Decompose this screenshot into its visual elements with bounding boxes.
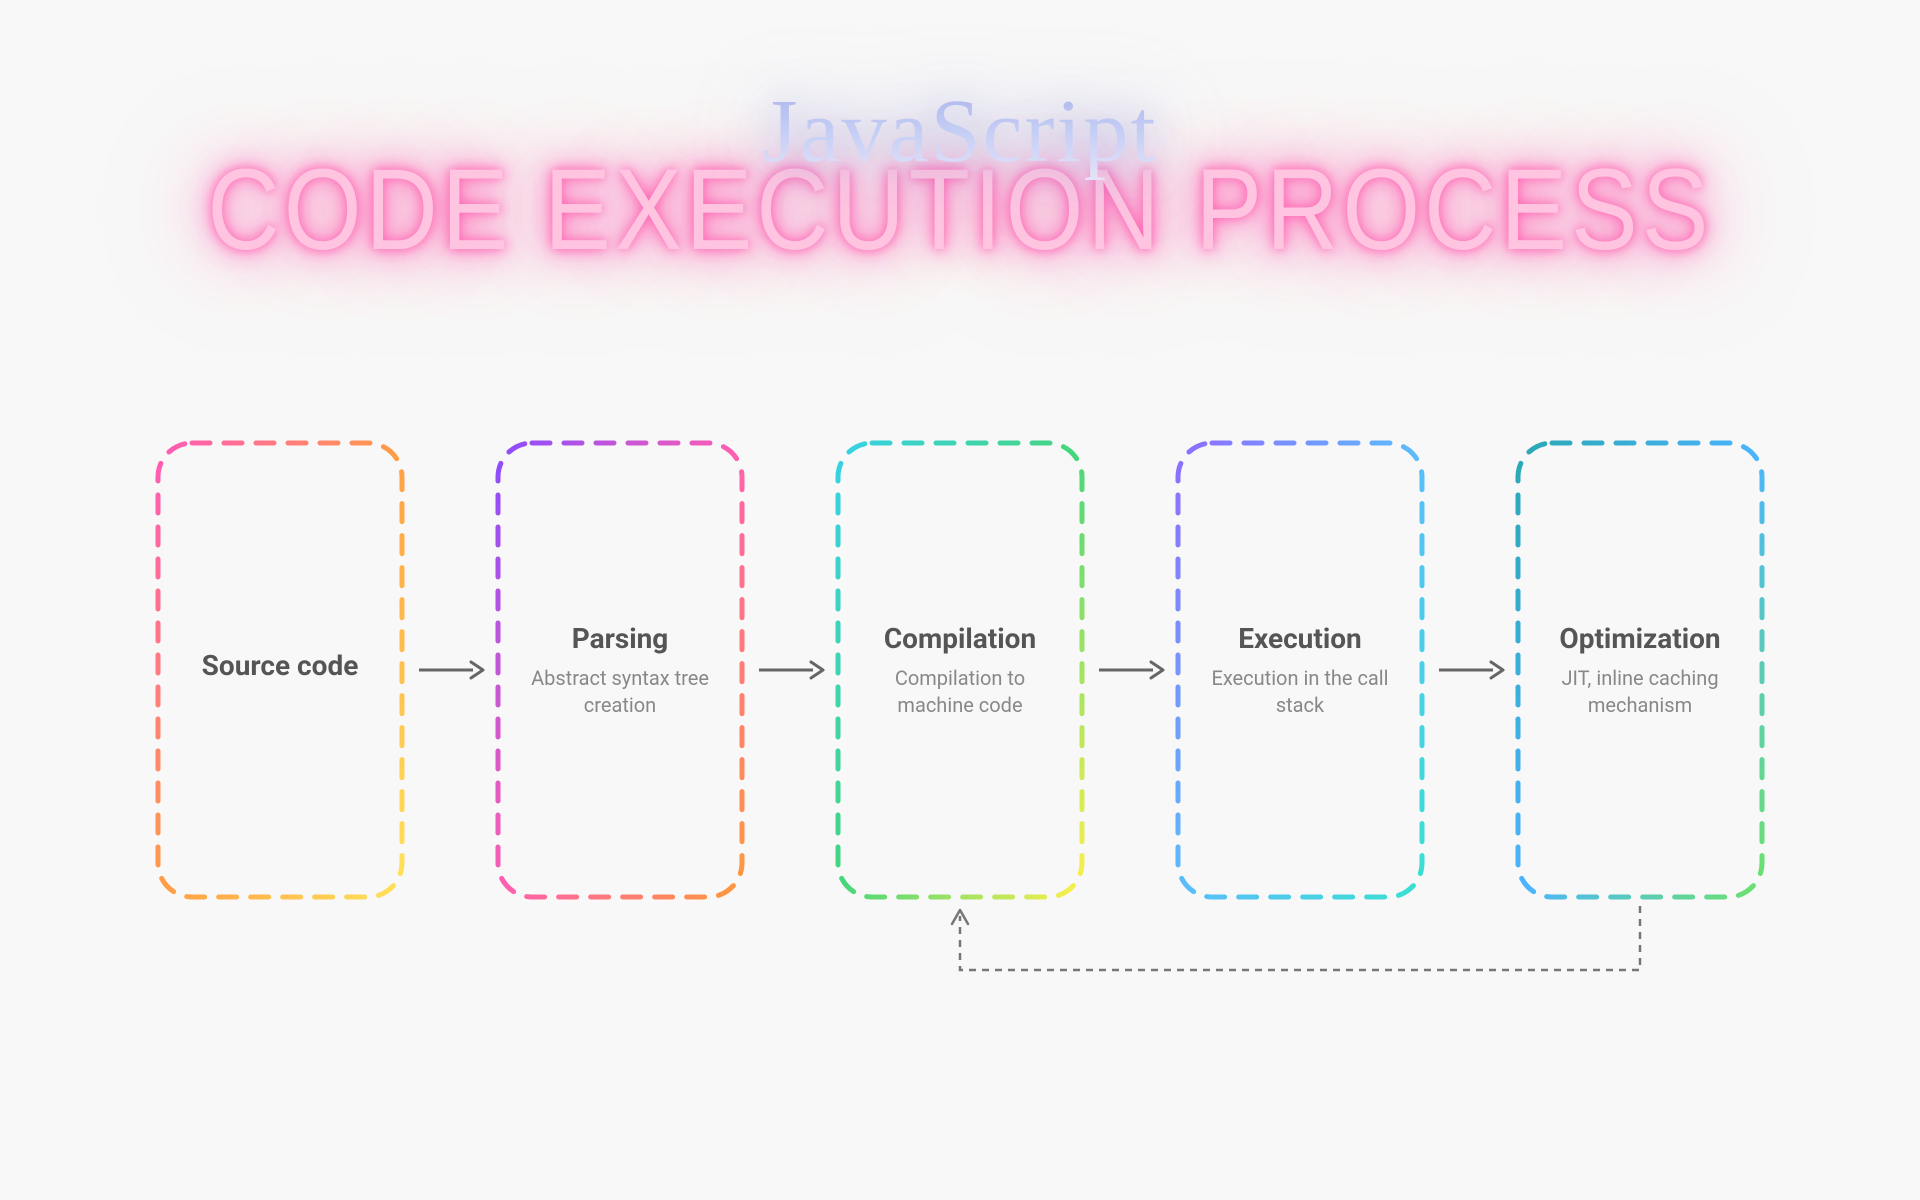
step-title: Execution — [1238, 622, 1362, 655]
step-title: Source code — [202, 649, 359, 682]
step-description: JIT, inline caching mechanism — [1540, 665, 1740, 719]
flow-arrow — [1085, 658, 1175, 682]
step-title: Optimization — [1559, 622, 1720, 655]
flow-row: Source code Parsing Abstract syntax tree … — [0, 440, 1920, 900]
diagram-header: JavaScript CODE EXECUTION PROCESS — [0, 0, 1920, 268]
title-script: JavaScript — [0, 80, 1920, 183]
step-title: Compilation — [884, 622, 1036, 655]
flow-arrow — [405, 658, 495, 682]
flow-arrow — [745, 658, 835, 682]
step-box: Execution Execution in the call stack — [1175, 440, 1425, 900]
step-box: Source code — [155, 440, 405, 900]
step-title: Parsing — [572, 622, 669, 655]
step-box: Compilation Compilation to machine code — [835, 440, 1085, 900]
step-box: Optimization JIT, inline caching mechanis… — [1515, 440, 1765, 900]
step-description: Compilation to machine code — [860, 665, 1060, 719]
step-description: Execution in the call stack — [1200, 665, 1400, 719]
step-box: Parsing Abstract syntax tree creation — [495, 440, 745, 900]
flow-arrow — [1425, 658, 1515, 682]
step-description: Abstract syntax tree creation — [520, 665, 720, 719]
